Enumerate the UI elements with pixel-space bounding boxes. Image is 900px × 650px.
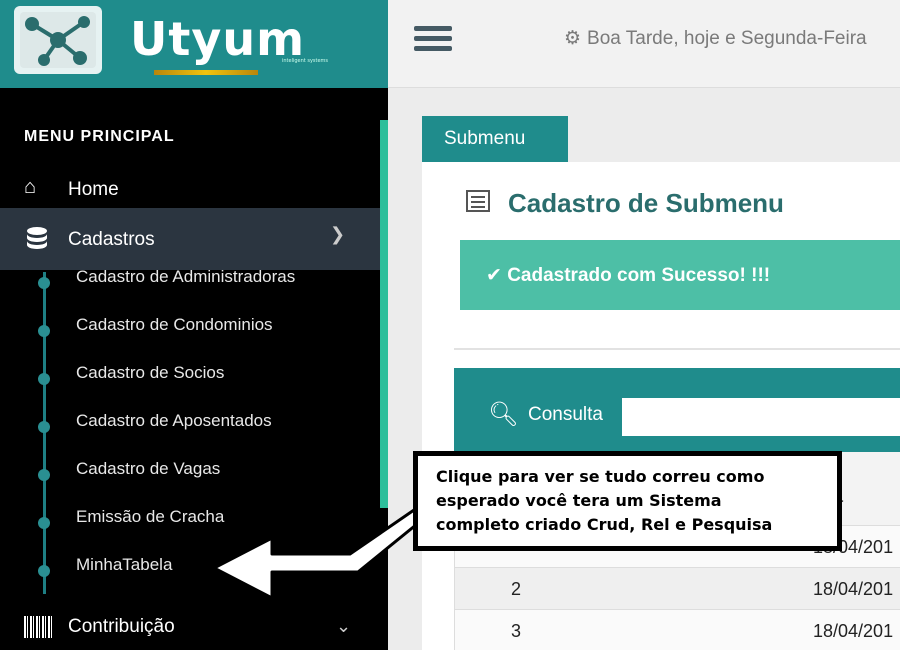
sidebar-item-label: Contribuição — [68, 616, 175, 637]
sidebar-item-label: Cadastros — [68, 229, 155, 250]
cell-date: 18/04/201 — [813, 621, 894, 641]
greeting-text: ⚙ Boa Tarde, hoje e Segunda-Feira — [564, 28, 867, 49]
logo-icon — [14, 6, 102, 74]
cell-id: 2 — [511, 579, 522, 599]
sidebar-subitem-administradoras[interactable]: Cadastro de Administradoras — [0, 261, 380, 301]
brand-underline — [154, 70, 258, 75]
cell-date: 18/04/201 — [813, 579, 894, 599]
logo-bar: Utyum inteligent systems — [0, 0, 388, 88]
bullet-icon — [38, 517, 50, 529]
bullet-icon — [38, 421, 50, 433]
sidebar-subitem-label: Cadastro de Administradoras — [76, 267, 296, 286]
annotation-line: Clique para ver se tudo correu como — [436, 467, 765, 486]
bullet-icon — [38, 277, 50, 289]
sidebar-item-contribuicao[interactable]: Contribuição ⌄ — [0, 608, 388, 650]
bullet-icon — [38, 469, 50, 481]
table-row[interactable]: 3 18/04/201 — [455, 610, 900, 650]
annotation-arrow-icon — [212, 508, 424, 600]
list-icon — [466, 190, 490, 212]
sidebar-item-home[interactable]: ⌂ Home — [0, 172, 388, 210]
brand-name: Utyum — [130, 12, 306, 66]
annotation-line: esperado você tera um Sistema — [436, 491, 722, 510]
annotation-callout: Clique para ver se tudo correu como espe… — [413, 451, 842, 551]
sidebar-item-label: Home — [68, 179, 119, 200]
success-alert: ✔ Cadastrado com Sucesso! !!! — [460, 240, 900, 310]
search-icon: 🔍︎ — [488, 401, 519, 428]
search-panel: 🔍︎ Consulta — [454, 368, 900, 452]
brand-tagline: inteligent systems — [282, 58, 329, 64]
table-row[interactable]: 2 18/04/201 — [455, 568, 900, 610]
cell-id: 3 — [511, 621, 522, 641]
main-panel: Cadastro de Submenu ✔ Cadastrado com Suc… — [422, 162, 900, 650]
annotation-line: completo criado Crud, Rel e Pesquisa — [436, 515, 773, 534]
search-label: Consulta — [528, 404, 603, 425]
sidebar-subitem-label: MinhaTabela — [76, 555, 173, 574]
gear-icon: ⚙ — [564, 28, 582, 49]
bullet-icon — [38, 373, 50, 385]
search-input[interactable] — [622, 398, 900, 436]
database-icon — [27, 227, 47, 249]
sidebar-subitem-socios[interactable]: Cadastro de Socios — [0, 357, 380, 397]
menu-title: MENU PRINCIPAL — [24, 128, 175, 145]
hamburger-menu-icon[interactable] — [414, 26, 452, 52]
sidebar-subitem-condominios[interactable]: Cadastro de Condominios — [0, 309, 380, 349]
top-bar: ⚙ Boa Tarde, hoje e Segunda-Feira — [388, 0, 900, 88]
tab-submenu[interactable]: Submenu — [422, 116, 568, 162]
home-icon: ⌂ — [24, 176, 37, 198]
sidebar-subitem-label: Cadastro de Aposentados — [76, 411, 272, 430]
barcode-icon — [24, 616, 54, 638]
bullet-icon — [38, 565, 50, 577]
page-title: Cadastro de Submenu — [508, 188, 784, 218]
active-indicator — [380, 120, 388, 508]
check-circle-icon: ✔ — [486, 265, 508, 286]
sidebar-subitem-label: Cadastro de Vagas — [76, 459, 221, 478]
chevron-down-icon: ⌄ — [336, 616, 352, 636]
sidebar-subitem-aposentados[interactable]: Cadastro de Aposentados — [0, 405, 380, 445]
divider — [454, 348, 900, 350]
bullet-icon — [38, 325, 50, 337]
chevron-down-icon: ❯ — [330, 224, 346, 244]
sidebar-subitem-label: Cadastro de Condominios — [76, 315, 273, 334]
sidebar-subitem-label: Cadastro de Socios — [76, 363, 225, 382]
